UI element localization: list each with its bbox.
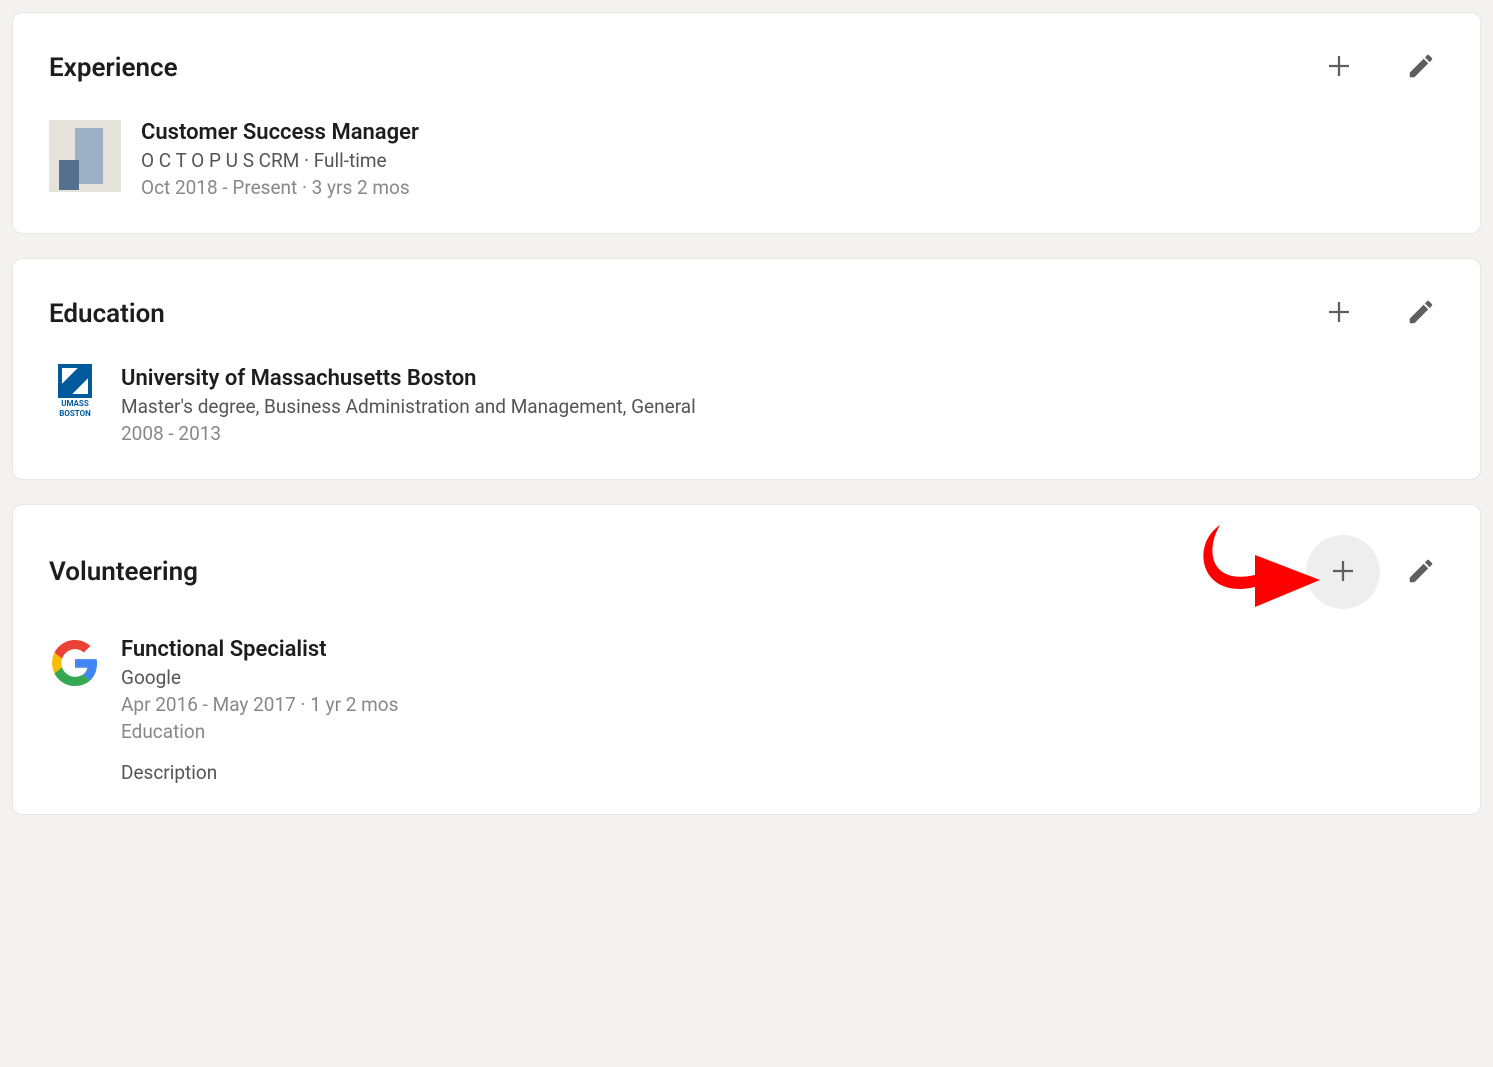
experience-role: Customer Success Manager [141, 120, 1444, 145]
education-title: Education [49, 299, 165, 329]
pencil-icon [1406, 51, 1436, 84]
education-actions [1316, 289, 1444, 338]
plus-icon [1328, 556, 1358, 589]
volunteering-entry[interactable]: Functional Specialist Google Apr 2016 - … [49, 637, 1444, 784]
experience-company-line: O C T O P U S CRM · Full-time [141, 149, 1444, 172]
experience-entry-body: Customer Success Manager O C T O P U S C… [141, 120, 1444, 203]
pencil-icon [1406, 556, 1436, 589]
add-volunteering-highlight [1306, 535, 1380, 609]
experience-entry[interactable]: Customer Success Manager O C T O P U S C… [49, 120, 1444, 203]
education-school: University of Massachusetts Boston [121, 366, 1444, 391]
education-header: Education [49, 289, 1444, 338]
volunteering-title: Volunteering [49, 557, 198, 587]
experience-date-line: Oct 2018 - Present · 3 yrs 2 mos [141, 176, 1444, 199]
edit-education-button[interactable] [1398, 289, 1444, 338]
add-volunteering-button[interactable] [1320, 548, 1366, 597]
add-experience-button[interactable] [1316, 43, 1362, 92]
plus-icon [1324, 297, 1354, 330]
experience-actions [1316, 43, 1444, 92]
school-logo: UMASS BOSTON [49, 366, 101, 418]
volunteering-entry-body: Functional Specialist Google Apr 2016 - … [121, 637, 1444, 784]
education-entry[interactable]: UMASS BOSTON University of Massachusetts… [49, 366, 1444, 449]
volunteering-card: Volunteering [12, 504, 1481, 815]
volunteering-date-line: Apr 2016 - May 2017 · 1 yr 2 mos [121, 693, 1444, 716]
edit-volunteering-button[interactable] [1398, 548, 1444, 597]
edit-experience-button[interactable] [1398, 43, 1444, 92]
education-degree-line: Master's degree, Business Administration… [121, 395, 1444, 418]
volunteering-org-logo [49, 637, 101, 689]
education-card: Education [12, 258, 1481, 480]
google-logo-icon [52, 640, 98, 686]
placeholder-company-icon [49, 120, 121, 192]
volunteering-cause: Education [121, 720, 1444, 743]
add-education-button[interactable] [1316, 289, 1362, 338]
experience-title: Experience [49, 53, 178, 83]
education-entry-body: University of Massachusetts Boston Maste… [121, 366, 1444, 449]
volunteering-actions [1306, 535, 1444, 609]
volunteering-org: Google [121, 666, 1444, 689]
experience-card: Experience [12, 12, 1481, 234]
umass-logo-icon: UMASS BOSTON [50, 364, 100, 420]
education-date-line: 2008 - 2013 [121, 422, 1444, 445]
plus-icon [1324, 51, 1354, 84]
experience-header: Experience [49, 43, 1444, 92]
pencil-icon [1406, 297, 1436, 330]
volunteering-role: Functional Specialist [121, 637, 1444, 662]
volunteering-description: Description [121, 761, 1444, 784]
company-logo [49, 120, 121, 192]
volunteering-header: Volunteering [49, 535, 1444, 609]
